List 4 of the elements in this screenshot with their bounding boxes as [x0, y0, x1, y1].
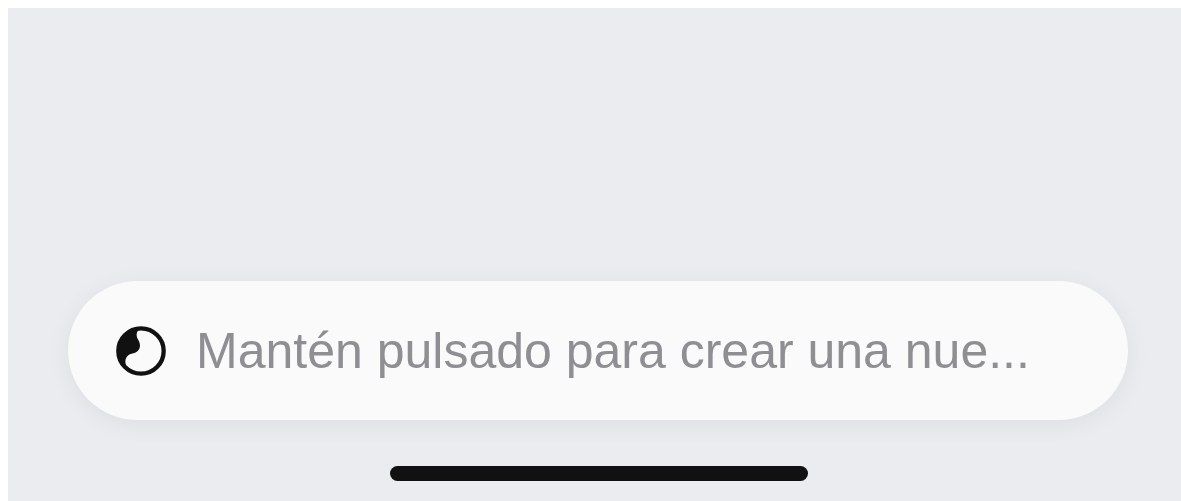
placeholder-text: Mantén pulsado para crear una nue...	[196, 321, 1030, 380]
swirl-icon	[114, 323, 168, 378]
prompt-field[interactable]: Mantén pulsado para crear una nue...	[68, 281, 1128, 420]
home-indicator[interactable]	[390, 466, 808, 481]
